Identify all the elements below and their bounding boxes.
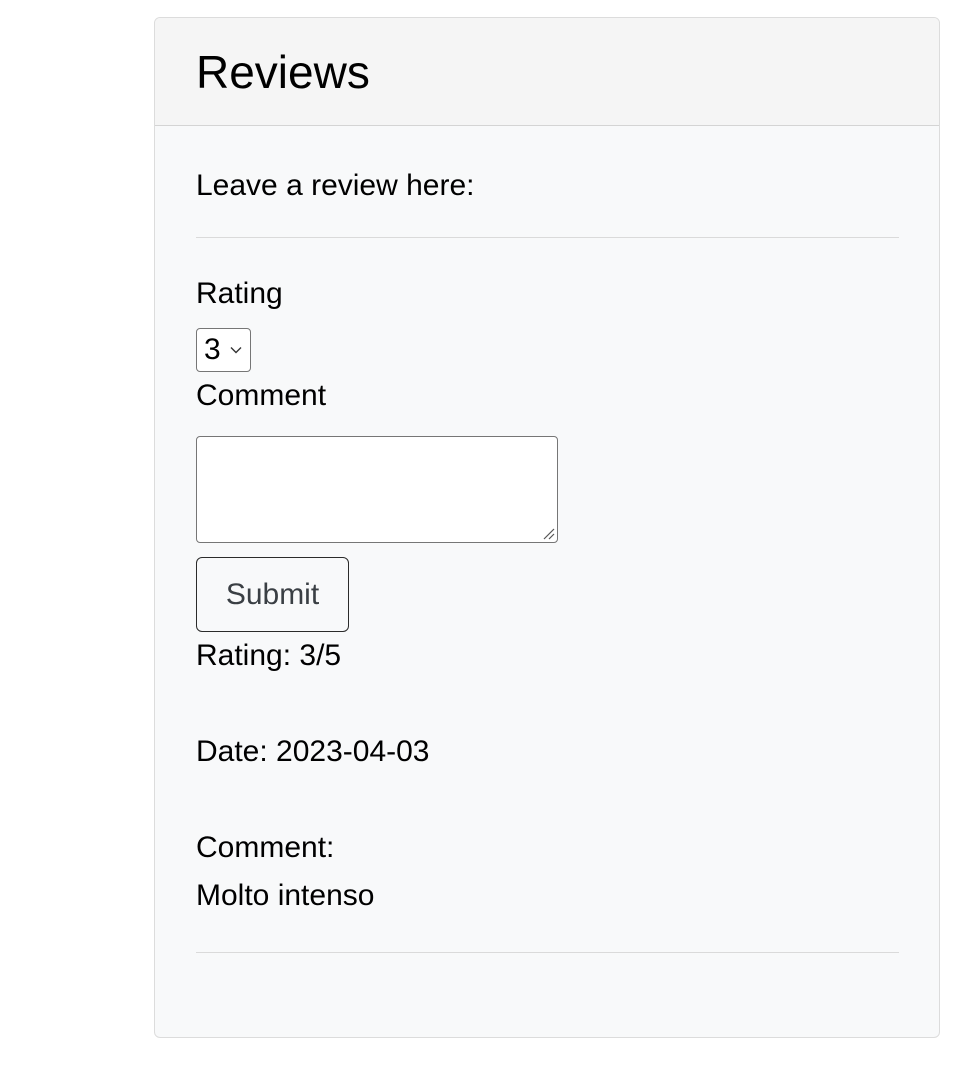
review-item: Rating: 3/5 Date: 2023-04-03 Comment: Mo…: [196, 638, 899, 914]
chevron-down-icon: [230, 347, 242, 354]
divider: [196, 952, 899, 953]
rating-select[interactable]: 3: [196, 328, 251, 372]
review-form: Rating 3 Comment Submit: [196, 276, 899, 632]
comment-textarea[interactable]: [197, 437, 557, 542]
review-date: Date: 2023-04-03: [196, 735, 430, 768]
rating-label: Rating: [196, 277, 283, 310]
reviews-body: Leave a review here: Rating 3 Comment Su…: [155, 126, 939, 953]
comment-textarea-wrapper: [196, 436, 558, 543]
reviews-title: Reviews: [196, 46, 370, 98]
review-intro-text: Leave a review here:: [196, 169, 475, 202]
review-rating: Rating: 3/5: [196, 639, 342, 672]
comment-label: Comment: [196, 379, 327, 412]
divider: [196, 237, 899, 238]
reviews-card: Reviews Leave a review here: Rating 3 Co…: [154, 17, 940, 1038]
resize-grip-icon[interactable]: [541, 526, 555, 540]
submit-button[interactable]: Submit: [196, 557, 349, 632]
review-comment-label: Comment:: [196, 831, 335, 864]
rating-select-value: 3: [204, 333, 221, 366]
reviews-header: Reviews: [155, 18, 939, 126]
review-comment-text: Molto intenso: [196, 879, 375, 912]
